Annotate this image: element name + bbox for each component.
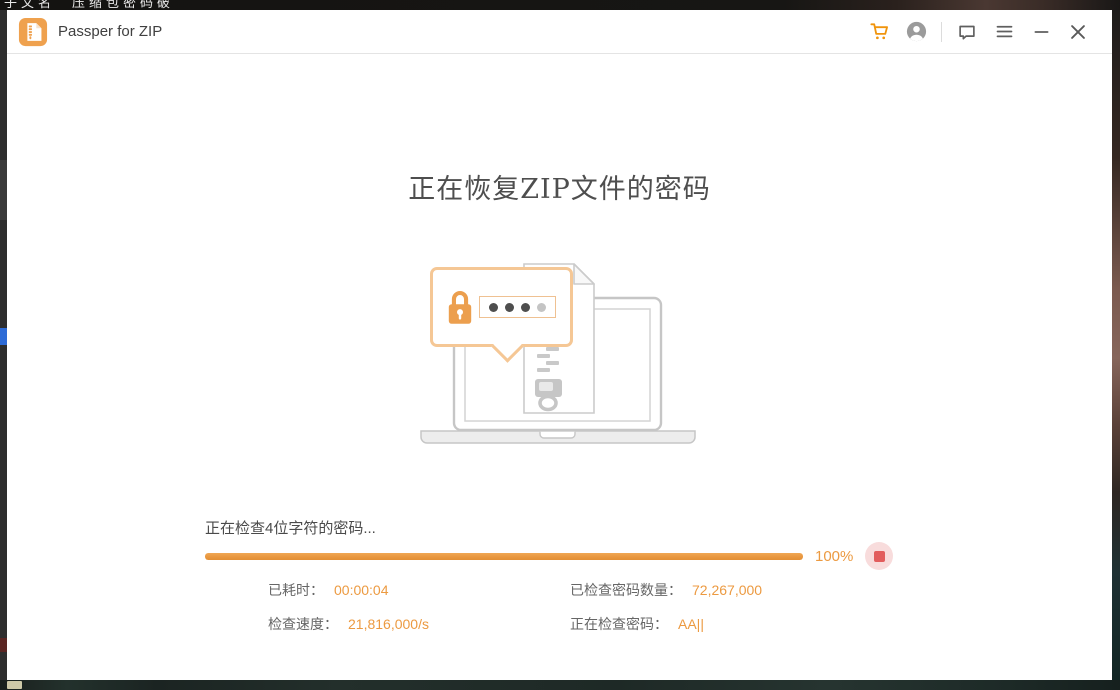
stat-elapsed-time: 已耗时： 00:00:04 [268,580,570,600]
stat-check-speed: 检查速度： 21,816,000/s [268,614,570,634]
progress-percent: 100% [815,548,857,565]
app-window: Passper for ZIP [7,10,1112,680]
stats-grid: 已耗时： 00:00:04 已检查密码数量： 72,267,000 检查速度： … [268,580,762,634]
main-content: 正在恢复ZIP文件的密码 [7,54,1112,679]
password-dot [521,303,530,312]
password-dot [505,303,514,312]
cart-icon[interactable] [867,20,891,44]
stat-value: 21,816,000/s [348,616,429,632]
titlebar: Passper for ZIP [7,10,1112,54]
stop-button[interactable] [865,542,893,570]
app-title: Passper for ZIP [58,23,162,40]
background-strip-bottom [0,680,1120,690]
stat-label: 正在检查密码： [570,614,668,634]
minimize-icon[interactable] [1029,20,1053,44]
progress-row: 100% [205,542,893,570]
stat-value: 72,267,000 [692,582,762,598]
password-dot [489,303,498,312]
status-text: 正在检查4位字符的密码... [205,517,376,538]
password-bubble [430,267,573,347]
stat-label: 已耗时： [268,580,324,600]
background-fragment [0,328,7,345]
progress-bar-fill [205,553,803,560]
app-logo-icon [18,17,48,47]
account-icon[interactable] [904,20,928,44]
stop-icon [874,551,885,562]
background-window-strip-top: 子文名 压缩包密码破 [0,0,1120,10]
background-fragment [0,638,7,652]
page-title: 正在恢复ZIP文件的密码 [7,167,1112,206]
background-fragment [0,160,7,220]
password-dots [479,296,556,318]
stat-current-password: 正在检查密码： AA|| [570,614,762,634]
menu-icon[interactable] [992,20,1016,44]
lock-icon [446,286,474,333]
background-text-fragment: 子文名 压缩包密码破 [4,0,174,10]
close-icon[interactable] [1066,20,1090,44]
background-strip-right [1112,10,1120,680]
stat-label: 检查速度： [268,614,338,634]
taskbar-icon [7,681,22,689]
background-strip-left [0,10,7,680]
recovery-illustration [415,256,715,456]
progress-bar [205,553,803,560]
titlebar-divider [941,22,942,42]
stat-value: 00:00:04 [334,582,389,598]
stat-value: AA|| [678,616,704,632]
feedback-icon[interactable] [955,20,979,44]
stat-passwords-checked: 已检查密码数量： 72,267,000 [570,580,762,600]
stat-label: 已检查密码数量： [570,580,682,600]
password-dot [537,303,546,312]
